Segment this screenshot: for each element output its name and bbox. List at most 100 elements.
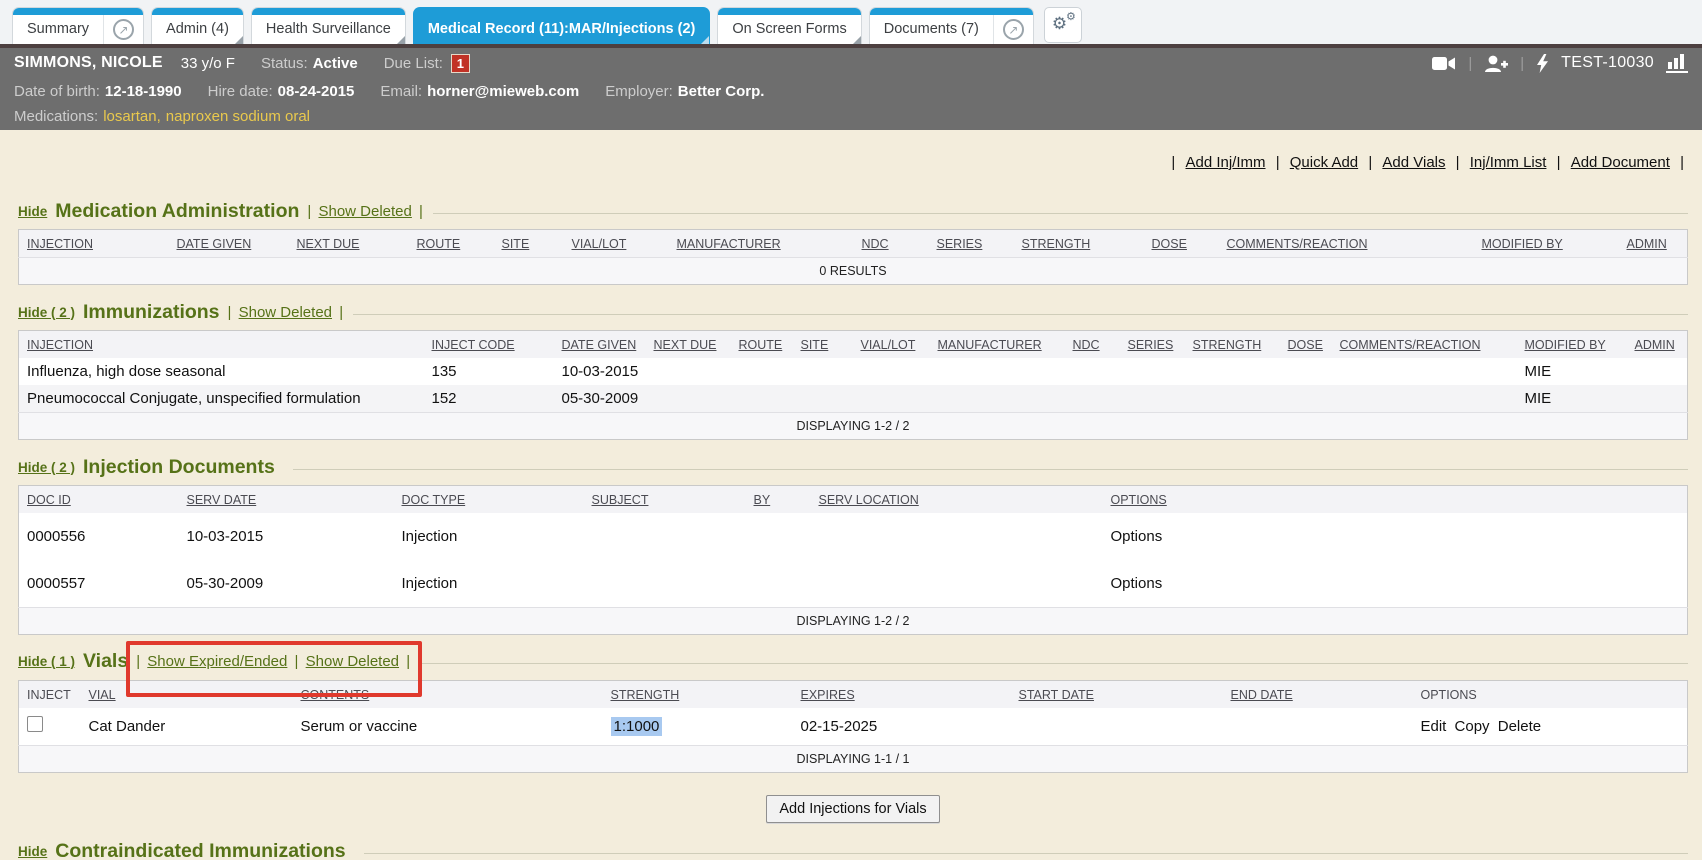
col-ndc[interactable]: NDC (854, 230, 929, 258)
add-injections-for-vials-button[interactable]: Add Injections for Vials (766, 795, 939, 823)
col-doc-type[interactable]: DOC TYPE (394, 486, 584, 514)
hide-med-admin-link[interactable]: Hide (18, 204, 47, 219)
col-route[interactable]: ROUTE (409, 230, 494, 258)
tab-on-screen-forms[interactable]: On Screen Forms (717, 7, 861, 44)
show-deleted-vials-link[interactable]: Show Deleted (306, 653, 399, 670)
tab-medical-record-active[interactable]: Medical Record (11):MAR/Injections (2) (413, 7, 711, 44)
vial-delete-link[interactable]: Delete (1498, 718, 1541, 735)
add-vials-link[interactable]: Add Vials (1382, 154, 1445, 171)
hide-contraindicated-link[interactable]: Hide (18, 844, 47, 859)
col-next-due[interactable]: NEXT DUE (289, 230, 409, 258)
col-end-date[interactable]: END DATE (1223, 680, 1413, 708)
col-serv-location[interactable]: SERV LOCATION (811, 486, 1103, 514)
hide-injection-documents-link[interactable]: Hide ( 2 ) (18, 460, 75, 475)
col-injection[interactable]: INJECTION (19, 331, 424, 359)
hire-date-value: 08-24-2015 (278, 83, 355, 100)
add-document-link[interactable]: Add Document (1571, 154, 1670, 171)
vial-row[interactable]: Cat Dander Serum or vaccine 1:1000 02-15… (19, 708, 1688, 746)
patient-chart-id: TEST-10030 (1561, 54, 1654, 72)
col-site[interactable]: SITE (793, 331, 853, 359)
section-rule (433, 213, 1688, 214)
quick-actions-button[interactable] (1536, 54, 1549, 73)
immunization-row[interactable]: Influenza, high dose seasonal 135 10-03-… (19, 358, 1688, 385)
quick-add-link[interactable]: Quick Add (1290, 154, 1358, 171)
tab-admin[interactable]: Admin (4) (151, 7, 244, 44)
col-ndc[interactable]: NDC (1065, 331, 1120, 359)
document-row[interactable]: 0000557 05-30-2009 Injection Options (19, 560, 1688, 607)
col-comments-reaction[interactable]: COMMENTS/REACTION (1332, 331, 1517, 359)
patient-header: SIMMONS, NICOLE 33 y/o F Status: Active … (0, 48, 1702, 130)
col-vial-lot[interactable]: VIAL/LOT (853, 331, 930, 359)
col-next-due[interactable]: NEXT DUE (646, 331, 731, 359)
document-row[interactable]: 0000556 10-03-2015 Injection Options (19, 513, 1688, 560)
col-strength[interactable]: STRENGTH (603, 680, 793, 708)
vial-copy-link[interactable]: Copy (1455, 718, 1490, 735)
col-date-given[interactable]: DATE GIVEN (554, 331, 646, 359)
col-injection[interactable]: INJECTION (19, 230, 169, 258)
vial-select-checkbox[interactable] (27, 716, 43, 732)
col-date-given[interactable]: DATE GIVEN (169, 230, 289, 258)
medication-link-losartan[interactable]: losartan (103, 108, 156, 125)
medications-label: Medications: (14, 108, 98, 125)
col-modified-by[interactable]: MODIFIED BY (1474, 230, 1619, 258)
hire-date-label: Hire date: (208, 83, 273, 100)
col-route[interactable]: ROUTE (731, 331, 793, 359)
show-deleted-med-admin-link[interactable]: Show Deleted (318, 203, 411, 220)
tab-summary[interactable]: Summary ↗ (12, 7, 144, 44)
col-series[interactable]: SERIES (1120, 331, 1185, 359)
col-manufacturer[interactable]: MANUFACTURER (930, 331, 1065, 359)
cell-injection: Influenza, high dose seasonal (19, 358, 424, 385)
show-expired-ended-link[interactable]: Show Expired/Ended (147, 653, 287, 670)
vial-edit-link[interactable]: Edit (1421, 718, 1447, 735)
col-vial-lot[interactable]: VIAL/LOT (564, 230, 669, 258)
action-separator: | (1368, 154, 1372, 171)
cell-serv-date: 10-03-2015 (179, 513, 394, 560)
flowsheet-button[interactable] (1666, 54, 1688, 73)
col-inject-code[interactable]: INJECT CODE (424, 331, 554, 359)
col-by[interactable]: BY (746, 486, 811, 514)
section-contraindicated-immunizations: Hide Contraindicated Immunizations INJEC… (18, 837, 1688, 860)
col-subject[interactable]: SUBJECT (584, 486, 746, 514)
hide-vials-link[interactable]: Hide ( 1 ) (18, 654, 75, 669)
cell-injection: Pneumococcal Conjugate, unspecified form… (19, 385, 424, 413)
col-site[interactable]: SITE (494, 230, 564, 258)
col-comments-reaction[interactable]: COMMENTS/REACTION (1219, 230, 1474, 258)
tab-settings-button[interactable]: ⚙ ⚙ (1044, 7, 1082, 43)
col-dose[interactable]: DOSE (1280, 331, 1332, 359)
col-strength[interactable]: STRENGTH (1014, 230, 1144, 258)
col-serv-date[interactable]: SERV DATE (179, 486, 394, 514)
tab-accent-strip (152, 8, 243, 15)
col-dose[interactable]: DOSE (1144, 230, 1219, 258)
video-call-button[interactable] (1432, 56, 1456, 71)
immunizations-title: Immunizations (83, 301, 220, 324)
col-strength[interactable]: STRENGTH (1185, 331, 1280, 359)
medication-link-naproxen[interactable]: naproxen sodium oral (166, 108, 310, 125)
med-admin-table: INJECTION DATE GIVEN NEXT DUE ROUTE SITE… (18, 229, 1688, 285)
col-series[interactable]: SERIES (929, 230, 1014, 258)
show-deleted-immunizations-link[interactable]: Show Deleted (239, 304, 332, 321)
document-options-link[interactable]: Options (1111, 528, 1163, 545)
document-options-link[interactable]: Options (1111, 575, 1163, 592)
cell-modified-by: MIE (1517, 385, 1627, 413)
tab-documents[interactable]: Documents (7) ↗ (869, 7, 1034, 44)
immunization-row[interactable]: Pneumococcal Conjugate, unspecified form… (19, 385, 1688, 413)
hide-immunizations-link[interactable]: Hide ( 2 ) (18, 305, 75, 320)
col-expires[interactable]: EXPIRES (793, 680, 1011, 708)
add-inj-imm-link[interactable]: Add Inj/Imm (1185, 154, 1265, 171)
col-contents[interactable]: CONTENTS (293, 680, 603, 708)
header-separator: | (1520, 55, 1524, 72)
cell-inject-code: 135 (424, 358, 554, 385)
injection-documents-paging: DISPLAYING 1-2 / 2 (19, 607, 1688, 634)
col-admin[interactable]: ADMIN (1627, 331, 1688, 359)
inj-imm-list-link[interactable]: Inj/Imm List (1470, 154, 1547, 171)
col-options[interactable]: OPTIONS (1103, 486, 1688, 514)
col-manufacturer[interactable]: MANUFACTURER (669, 230, 854, 258)
col-admin[interactable]: ADMIN (1619, 230, 1688, 258)
col-start-date[interactable]: START DATE (1011, 680, 1223, 708)
col-doc-id[interactable]: DOC ID (19, 486, 179, 514)
col-vial[interactable]: VIAL (81, 680, 293, 708)
due-list-badge[interactable]: 1 (451, 54, 470, 73)
tab-health-surveillance[interactable]: Health Surveillance (251, 7, 406, 44)
add-user-button[interactable] (1484, 55, 1508, 72)
col-modified-by[interactable]: MODIFIED BY (1517, 331, 1627, 359)
